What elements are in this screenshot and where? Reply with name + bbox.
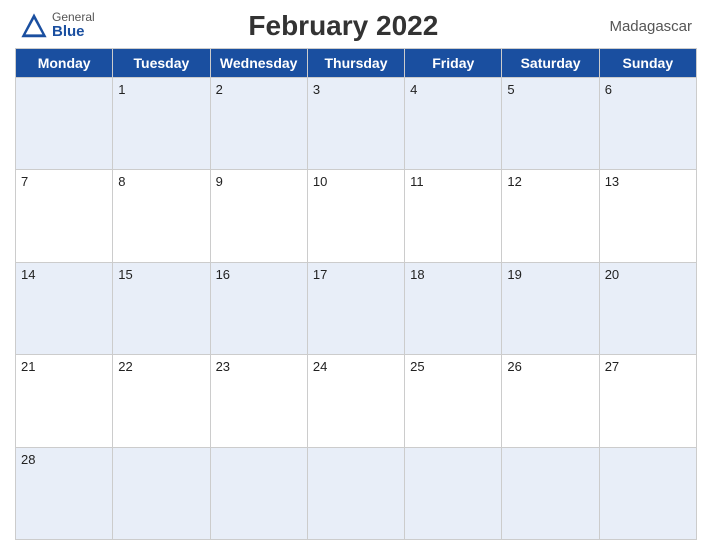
day-number: 27: [605, 359, 619, 374]
calendar-cell: 11: [405, 170, 502, 262]
calendar-cell: [502, 447, 599, 539]
calendar-cell: 23: [210, 355, 307, 447]
calendar-cell: 25: [405, 355, 502, 447]
calendar-cell: 5: [502, 78, 599, 170]
day-header-tuesday: Tuesday: [113, 49, 210, 78]
calendar-cell: 9: [210, 170, 307, 262]
calendar-title: February 2022: [95, 10, 592, 42]
calendar-cell: 16: [210, 262, 307, 354]
calendar-cell: 22: [113, 355, 210, 447]
calendar-cell: [16, 78, 113, 170]
day-number: 22: [118, 359, 132, 374]
calendar-cell: [210, 447, 307, 539]
calendar-cell: 6: [599, 78, 696, 170]
calendar-cell: 7: [16, 170, 113, 262]
calendar-cell: 1: [113, 78, 210, 170]
calendar-cell: 26: [502, 355, 599, 447]
day-number: 14: [21, 267, 35, 282]
day-number: 12: [507, 174, 521, 189]
day-header-saturday: Saturday: [502, 49, 599, 78]
calendar-cell: [307, 447, 404, 539]
calendar-cell: 2: [210, 78, 307, 170]
calendar-cell: [599, 447, 696, 539]
calendar-cell: 4: [405, 78, 502, 170]
day-number: 7: [21, 174, 28, 189]
logo: General Blue: [20, 11, 95, 41]
day-number: 23: [216, 359, 230, 374]
day-number: 2: [216, 82, 223, 97]
generalblue-icon: [20, 12, 48, 40]
calendar-cell: 10: [307, 170, 404, 262]
day-number: 28: [21, 452, 35, 467]
day-header-sunday: Sunday: [599, 49, 696, 78]
day-number: 3: [313, 82, 320, 97]
calendar-week-5: 28: [16, 447, 697, 539]
calendar-cell: 21: [16, 355, 113, 447]
day-header-wednesday: Wednesday: [210, 49, 307, 78]
calendar-week-2: 7 8 9 10 11 12 13: [16, 170, 697, 262]
day-header-thursday: Thursday: [307, 49, 404, 78]
calendar-cell: 8: [113, 170, 210, 262]
day-number: 4: [410, 82, 417, 97]
calendar-cell: 17: [307, 262, 404, 354]
day-number: 19: [507, 267, 521, 282]
day-number: 25: [410, 359, 424, 374]
day-number: 6: [605, 82, 612, 97]
calendar-cell: 24: [307, 355, 404, 447]
day-number: 13: [605, 174, 619, 189]
calendar-week-4: 21 22 23 24 25 26 27: [16, 355, 697, 447]
calendar-cell: 18: [405, 262, 502, 354]
calendar-cell: 28: [16, 447, 113, 539]
day-number: 26: [507, 359, 521, 374]
logo-blue-text: Blue: [52, 24, 95, 41]
days-header-row: MondayTuesdayWednesdayThursdayFridaySatu…: [16, 49, 697, 78]
day-header-monday: Monday: [16, 49, 113, 78]
calendar-cell: 20: [599, 262, 696, 354]
day-number: 10: [313, 174, 327, 189]
day-number: 20: [605, 267, 619, 282]
day-number: 17: [313, 267, 327, 282]
calendar-cell: [113, 447, 210, 539]
day-number: 18: [410, 267, 424, 282]
calendar-week-3: 14 15 16 17 18 19 20: [16, 262, 697, 354]
day-number: 24: [313, 359, 327, 374]
calendar-cell: [405, 447, 502, 539]
day-number: 21: [21, 359, 35, 374]
day-number: 15: [118, 267, 132, 282]
calendar-cell: 13: [599, 170, 696, 262]
page-header: General Blue February 2022 Madagascar: [15, 10, 697, 42]
calendar-cell: 27: [599, 355, 696, 447]
day-number: 8: [118, 174, 125, 189]
calendar-table: MondayTuesdayWednesdayThursdayFridaySatu…: [15, 48, 697, 540]
day-number: 16: [216, 267, 230, 282]
day-number: 11: [410, 174, 424, 189]
day-header-friday: Friday: [405, 49, 502, 78]
day-number: 9: [216, 174, 223, 189]
calendar-cell: 19: [502, 262, 599, 354]
day-number: 1: [118, 82, 125, 97]
calendar-cell: 12: [502, 170, 599, 262]
calendar-week-1: 1 2 3 4 5 6: [16, 78, 697, 170]
calendar-cell: 14: [16, 262, 113, 354]
day-number: 5: [507, 82, 514, 97]
calendar-cell: 15: [113, 262, 210, 354]
country-label: Madagascar: [592, 18, 692, 35]
calendar-cell: 3: [307, 78, 404, 170]
